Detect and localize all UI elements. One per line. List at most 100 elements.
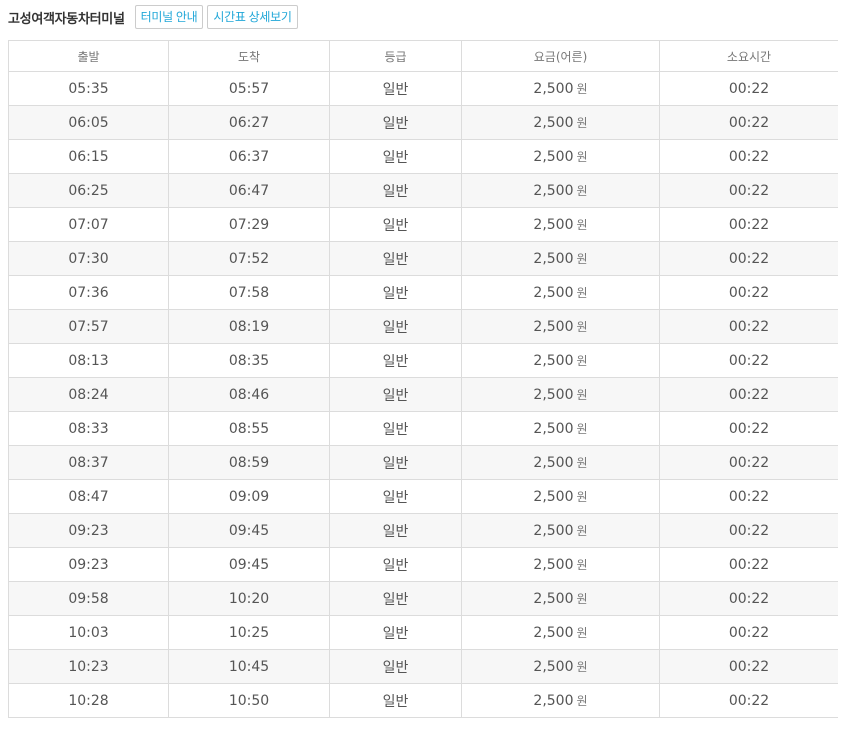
depart-time-cell: 06:05 [8, 105, 169, 140]
fare-amount: 2,500 [533, 421, 574, 437]
fare-cell: 2,500 원 [461, 139, 660, 174]
arrive-time-cell: 06:47 [168, 173, 330, 208]
fare-amount: 2,500 [533, 285, 574, 301]
depart-time-cell: 07:30 [8, 241, 169, 276]
fare-amount: 2,500 [533, 387, 574, 403]
schedule-table-body: 05:35 05:57 일반 2,500 원 00:22 06:05 06:27 일반 2,500… [8, 71, 838, 718]
grade-cell: 일반 [329, 105, 462, 140]
table-row: 10:28 10:50 일반 2,500 원 00:22 [8, 683, 838, 718]
terminal-info-button[interactable]: 터미널 안내 [134, 5, 204, 29]
table-row: 07:07 07:29 일반 2,500 원 00:22 [8, 207, 838, 242]
fare-cell: 2,500 원 [461, 547, 660, 582]
currency-unit: 원 [576, 116, 588, 130]
fare-cell: 2,500 원 [461, 479, 660, 514]
fare-amount: 2,500 [533, 319, 574, 335]
currency-unit: 원 [576, 286, 588, 300]
depart-time-cell: 07:07 [8, 207, 169, 242]
column-header-fare: 요금(어른) [461, 40, 660, 72]
grade-cell: 일반 [329, 615, 462, 650]
table-row: 06:25 06:47 일반 2,500 원 00:22 [8, 173, 838, 208]
arrive-time-cell: 10:50 [168, 683, 330, 718]
fare-cell: 2,500 원 [461, 173, 660, 208]
duration-cell: 00:22 [659, 411, 838, 446]
schedule-detail-button[interactable]: 시간표 상세보기 [207, 5, 298, 29]
arrive-time-cell: 10:20 [168, 581, 330, 616]
fare-cell: 2,500 원 [461, 581, 660, 616]
fare-amount: 2,500 [533, 115, 574, 131]
grade-cell: 일반 [329, 445, 462, 480]
depart-time-cell: 06:15 [8, 139, 169, 174]
table-row: 07:57 08:19 일반 2,500 원 00:22 [8, 309, 838, 344]
fare-cell: 2,500 원 [461, 105, 660, 140]
grade-cell: 일반 [329, 309, 462, 344]
arrive-time-cell: 08:35 [168, 343, 330, 378]
depart-time-cell: 08:33 [8, 411, 169, 446]
grade-cell: 일반 [329, 547, 462, 582]
duration-cell: 00:22 [659, 343, 838, 378]
column-header-depart: 출발 [8, 40, 169, 72]
depart-time-cell: 09:23 [8, 547, 169, 582]
table-row: 08:33 08:55 일반 2,500 원 00:22 [8, 411, 838, 446]
arrive-time-cell: 07:52 [168, 241, 330, 276]
grade-cell: 일반 [329, 411, 462, 446]
table-row: 06:15 06:37 일반 2,500 원 00:22 [8, 139, 838, 174]
arrive-time-cell: 06:37 [168, 139, 330, 174]
grade-cell: 일반 [329, 343, 462, 378]
table-row: 08:24 08:46 일반 2,500 원 00:22 [8, 377, 838, 412]
fare-amount: 2,500 [533, 217, 574, 233]
fare-cell: 2,500 원 [461, 71, 660, 106]
duration-cell: 00:22 [659, 377, 838, 412]
duration-cell: 00:22 [659, 71, 838, 106]
grade-cell: 일반 [329, 275, 462, 310]
fare-amount: 2,500 [533, 591, 574, 607]
column-header-grade: 등급 [329, 40, 462, 72]
duration-cell: 00:22 [659, 139, 838, 174]
table-row: 08:37 08:59 일반 2,500 원 00:22 [8, 445, 838, 480]
duration-cell: 00:22 [659, 479, 838, 514]
duration-cell: 00:22 [659, 445, 838, 480]
depart-time-cell: 10:23 [8, 649, 169, 684]
depart-time-cell: 08:47 [8, 479, 169, 514]
arrive-time-cell: 08:46 [168, 377, 330, 412]
fare-cell: 2,500 원 [461, 683, 660, 718]
depart-time-cell: 05:35 [8, 71, 169, 106]
currency-unit: 원 [576, 626, 588, 640]
grade-cell: 일반 [329, 513, 462, 548]
depart-time-cell: 07:57 [8, 309, 169, 344]
table-row: 06:05 06:27 일반 2,500 원 00:22 [8, 105, 838, 140]
arrive-time-cell: 07:29 [168, 207, 330, 242]
duration-cell: 00:22 [659, 105, 838, 140]
depart-time-cell: 08:13 [8, 343, 169, 378]
fare-amount: 2,500 [533, 557, 574, 573]
table-row: 10:03 10:25 일반 2,500 원 00:22 [8, 615, 838, 650]
duration-cell: 00:22 [659, 513, 838, 548]
depart-time-cell: 08:37 [8, 445, 169, 480]
depart-time-cell: 07:36 [8, 275, 169, 310]
fare-amount: 2,500 [533, 183, 574, 199]
table-header-row: 출발 도착 등급 요금(어른) 소요시간 [8, 40, 838, 72]
duration-cell: 00:22 [659, 581, 838, 616]
currency-unit: 원 [576, 320, 588, 334]
currency-unit: 원 [576, 422, 588, 436]
currency-unit: 원 [576, 558, 588, 572]
duration-cell: 00:22 [659, 547, 838, 582]
fare-cell: 2,500 원 [461, 309, 660, 344]
depart-time-cell: 09:23 [8, 513, 169, 548]
fare-amount: 2,500 [533, 693, 574, 709]
table-row: 08:47 09:09 일반 2,500 원 00:22 [8, 479, 838, 514]
terminal-header: 고성여객자동차터미널 터미널 안내 시간표 상세보기 [8, 4, 302, 30]
currency-unit: 원 [576, 218, 588, 232]
duration-cell: 00:22 [659, 615, 838, 650]
fare-cell: 2,500 원 [461, 445, 660, 480]
fare-cell: 2,500 원 [461, 649, 660, 684]
grade-cell: 일반 [329, 207, 462, 242]
currency-unit: 원 [576, 82, 588, 96]
table-row: 10:23 10:45 일반 2,500 원 00:22 [8, 649, 838, 684]
depart-time-cell: 06:25 [8, 173, 169, 208]
arrive-time-cell: 08:19 [168, 309, 330, 344]
currency-unit: 원 [576, 456, 588, 470]
fare-amount: 2,500 [533, 455, 574, 471]
duration-cell: 00:22 [659, 683, 838, 718]
duration-cell: 00:22 [659, 207, 838, 242]
fare-amount: 2,500 [533, 149, 574, 165]
